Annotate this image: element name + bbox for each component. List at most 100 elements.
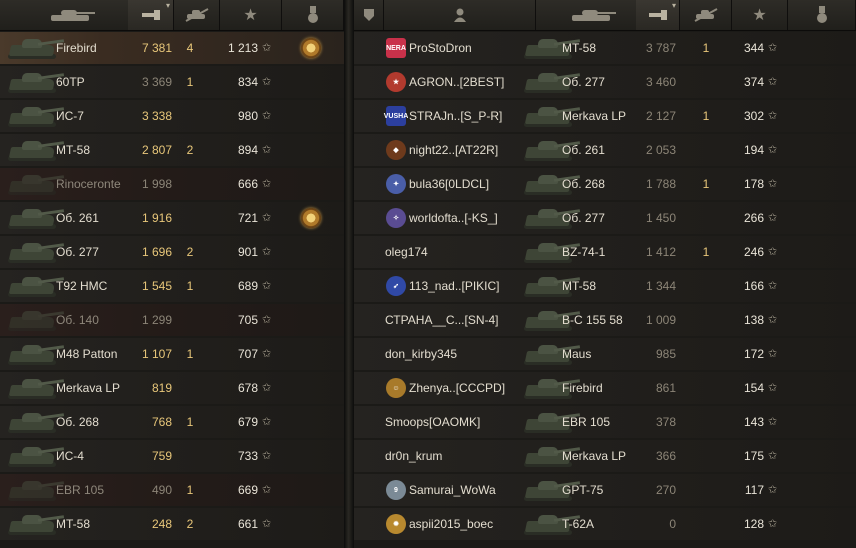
star-icon: ✩ xyxy=(768,144,778,156)
mastery-medal-icon[interactable] xyxy=(301,38,321,58)
player-row[interactable]: ✦ bula36[0LDCL] Об. 268 1 788 1 178 ✩ xyxy=(354,168,856,200)
kills-value: 2 xyxy=(186,517,194,531)
kills-column-header[interactable] xyxy=(680,0,732,30)
kills-value: 4 xyxy=(186,41,194,55)
damage-value: 1 696 xyxy=(141,245,172,259)
xp-value: 678 xyxy=(237,381,258,395)
star-icon: ✩ xyxy=(768,348,778,360)
star-icon: ✩ xyxy=(768,178,778,190)
player-row[interactable]: M48 Patton 1 107 1 707 ✩ xyxy=(0,338,344,370)
player-row[interactable]: don_kirby345 Maus 985 172 ✩ xyxy=(354,338,856,370)
star-icon: ✩ xyxy=(768,280,778,292)
star-icon: ✩ xyxy=(262,280,272,292)
clan-badge-icon: ◆ xyxy=(386,140,406,160)
medal-column-header[interactable] xyxy=(788,0,856,30)
kills-column-header[interactable] xyxy=(174,0,220,30)
player-row[interactable]: ✧ worldofta..[-KS_] Об. 277 1 450 266 ✩ xyxy=(354,202,856,234)
left-team-panel: ▾ ★ Firebird 7 381 4 1 213 ✩ 60TP 3 369 1 834 ✩ ИС… xyxy=(0,0,344,548)
player-row[interactable]: ★ AGRON..[2BEST] Об. 277 3 460 374 ✩ xyxy=(354,66,856,98)
damage-value: 1 916 xyxy=(141,211,172,225)
squad-icon xyxy=(363,9,374,21)
kills-value: 2 xyxy=(186,143,194,157)
player-row[interactable]: MT-58 248 2 661 ✩ xyxy=(0,508,344,540)
damage-value: 1 009 xyxy=(645,313,676,327)
player-row[interactable]: Об. 140 1 299 705 ✩ xyxy=(0,304,344,336)
panel-divider xyxy=(344,0,354,548)
player-row[interactable]: ИС-7 3 338 980 ✩ xyxy=(0,100,344,132)
tank-name: MT-58 xyxy=(562,41,597,55)
player-row[interactable]: NERA ProStoDron MT-58 3 787 1 344 ✩ xyxy=(354,32,856,64)
mastery-medal-icon[interactable] xyxy=(301,208,321,228)
player-row[interactable]: ИС-4 759 733 ✩ xyxy=(0,440,344,472)
kills-value xyxy=(694,270,718,302)
kills-value xyxy=(178,304,202,336)
damage-value: 3 460 xyxy=(645,75,676,89)
tank-name: Maus xyxy=(562,347,592,361)
xp-value: 666 xyxy=(237,177,258,191)
xp-column-header[interactable]: ★ xyxy=(220,0,282,30)
damage-column-header[interactable]: ▾ xyxy=(128,0,174,30)
player-row[interactable]: EBR 105 490 1 669 ✩ xyxy=(0,474,344,506)
xp-value: 128 xyxy=(743,517,764,531)
tank-column-header[interactable] xyxy=(0,0,144,30)
damage-value: 0 xyxy=(669,517,676,531)
player-row[interactable]: Об. 268 768 1 679 ✩ xyxy=(0,406,344,438)
player-row[interactable]: ✹ aspii2015_boec T-62A 0 128 ✩ xyxy=(354,508,856,540)
kills-value xyxy=(694,440,718,472)
kills-value: 1 xyxy=(702,109,710,123)
xp-column-header[interactable]: ★ xyxy=(732,0,788,30)
player-row[interactable]: Об. 261 1 916 721 ✩ xyxy=(0,202,344,234)
tank-column-header[interactable] xyxy=(536,0,650,30)
player-row[interactable]: oleg174 BZ-74-1 1 412 1 246 ✩ xyxy=(354,236,856,268)
kills-value xyxy=(694,474,718,506)
tank-name: MT-58 xyxy=(562,279,597,293)
player-row[interactable]: СТРАНА__С...[SN-4] B-C 155 58 1 009 138 ✩ xyxy=(354,304,856,336)
player-name: night22..[AT22R] xyxy=(409,143,499,157)
player-name: Smoops[OAOMK] xyxy=(385,415,481,429)
kills-value: 1 xyxy=(186,75,194,89)
player-row[interactable]: ◆ night22..[AT22R] Об. 261 2 053 194 ✩ xyxy=(354,134,856,166)
kills-value xyxy=(694,66,718,98)
medal-column-header[interactable] xyxy=(282,0,344,30)
star-icon: ✩ xyxy=(262,76,272,88)
kills-value xyxy=(178,168,202,200)
player-row[interactable]: ☺ Zhenya..[CCCPD] Firebird 861 154 ✩ xyxy=(354,372,856,404)
xp-value: 194 xyxy=(743,143,764,157)
player-row[interactable]: 60TP 3 369 1 834 ✩ xyxy=(0,66,344,98)
xp-value: 1 213 xyxy=(227,41,258,55)
player-row[interactable]: Об. 277 1 696 2 901 ✩ xyxy=(0,236,344,268)
player-row[interactable]: Firebird 7 381 4 1 213 ✩ xyxy=(0,32,344,64)
kills-value: 1 xyxy=(186,279,194,293)
damage-value: 985 xyxy=(655,347,676,361)
xp-value: 344 xyxy=(743,41,764,55)
tank-name: Об. 268 xyxy=(56,415,99,429)
player-row[interactable]: 9 Samurai_WoWa GPT-75 270 117 ✩ xyxy=(354,474,856,506)
clan-badge-icon: ★ xyxy=(386,72,406,92)
kills-value xyxy=(178,202,202,234)
player-row[interactable]: Smoops[OAOMK] EBR 105 378 143 ✩ xyxy=(354,406,856,438)
player-row[interactable]: Merkava LP 819 678 ✩ xyxy=(0,372,344,404)
player-column-header[interactable] xyxy=(384,0,536,30)
damage-value: 3 338 xyxy=(141,109,172,123)
player-row[interactable]: dr0n_krum Merkava LP 366 175 ✩ xyxy=(354,440,856,472)
damage-value: 861 xyxy=(655,381,676,395)
player-row[interactable]: VUSHA STRAJn..[S_P-R] Merkava LP 2 127 1 302 ✩ xyxy=(354,100,856,132)
damage-column-header[interactable]: ▾ xyxy=(636,0,680,30)
player-name: don_kirby345 xyxy=(385,347,458,361)
star-icon: ★ xyxy=(752,7,767,24)
medal-icon xyxy=(307,6,318,23)
star-icon: ✩ xyxy=(262,246,272,258)
clan-badge-icon: VUSHA xyxy=(384,106,408,126)
xp-value: 980 xyxy=(237,109,258,123)
player-row[interactable]: T92 HMC 1 545 1 689 ✩ xyxy=(0,270,344,302)
player-name: oleg174 xyxy=(385,245,428,259)
kills-value xyxy=(178,440,202,472)
player-row[interactable]: MT-58 2 807 2 894 ✩ xyxy=(0,134,344,166)
damage-value: 270 xyxy=(655,483,676,497)
squad-column-header[interactable] xyxy=(354,0,384,30)
player-row[interactable]: Rinoceronte 1 998 666 ✩ xyxy=(0,168,344,200)
star-icon: ✩ xyxy=(262,416,272,428)
xp-value: 246 xyxy=(743,245,764,259)
player-row[interactable]: ➹ 113_nad..[PIKIC] MT-58 1 344 166 ✩ xyxy=(354,270,856,302)
clan-badge-icon: ✧ xyxy=(386,208,406,228)
